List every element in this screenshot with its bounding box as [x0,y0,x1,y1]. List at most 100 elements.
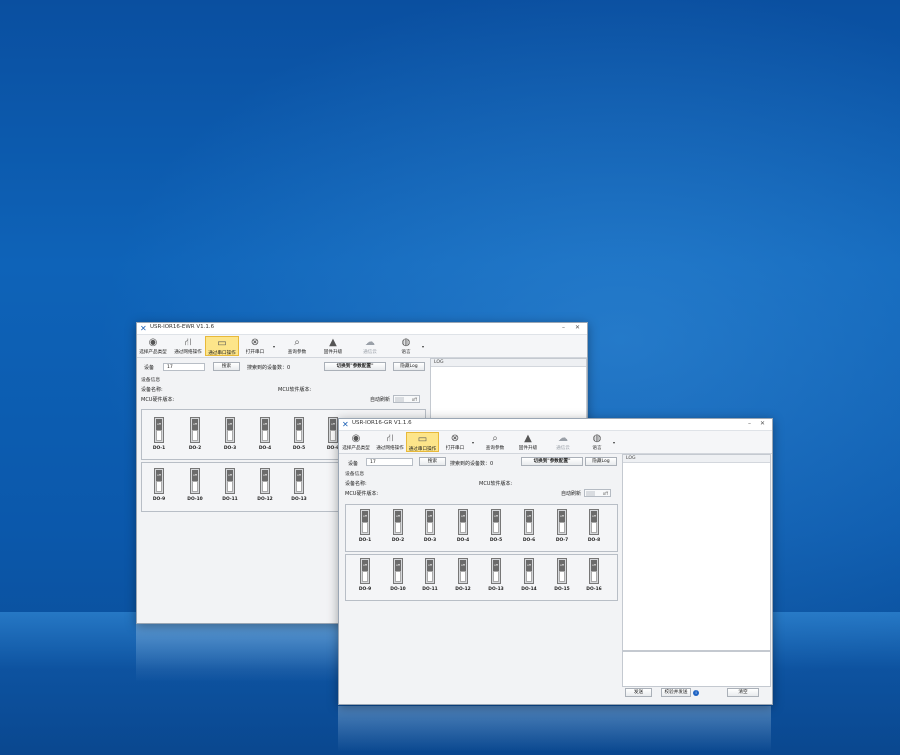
do-switch[interactable]: off DO-12 [455,558,471,592]
device-address-input[interactable]: 17 [163,363,205,371]
searched-count: 搜索到的设备数：0 [450,461,494,467]
open-serial-button[interactable]: ⊗ 打开串口 [241,336,269,356]
auto-refresh-toggle[interactable]: off [584,489,611,497]
do-switch[interactable]: off DO-2 [188,417,202,451]
do-label: DO-2 [188,446,202,451]
open-serial-dropdown-icon[interactable]: ▾ [273,344,275,349]
switch-config-button[interactable]: 切换到"参数配置" [521,457,583,466]
front-window: ✕ USR-IOR16-GR V1.1.6 – ✕ ◉ 选择产品类型 ⛙ 通过网络操… [338,418,773,705]
language-button[interactable]: ◍ 语言 [395,336,417,356]
do-switch[interactable]: off DO-14 [521,558,537,592]
select-product-button[interactable]: ◉ 选择产品类型 [342,432,370,452]
do-switch[interactable]: off DO-11 [222,468,238,502]
auto-refresh-toggle[interactable]: off [393,395,420,403]
via-serial-button[interactable]: ▭ 通过串口操作 [406,432,439,452]
magnifier-icon: ⌕ [492,433,498,444]
clear-button[interactable]: 清空 [727,688,759,697]
toolbar: ◉ 选择产品类型 ⛙ 通过网络操作 ▭ 通过串口操作 ⊗ 打开串口 ▾ ⌕ 查询参数 ▲ 固… [137,335,587,358]
device-name-label: 设备名称: [141,387,163,393]
verify-send-button[interactable]: 校验并发送 [661,688,691,697]
do-switch[interactable]: off DO-3 [223,417,237,451]
info-icon[interactable]: i [693,690,699,696]
serial-port-icon: ▭ [217,338,227,349]
do-switch[interactable]: off DO-8 [587,509,601,543]
via-serial-button[interactable]: ▭ 通过串口操作 [205,336,239,356]
usr-logo-icon: ✕ [140,324,147,333]
send-text-area[interactable] [622,651,771,687]
language-dropdown-icon[interactable]: ▾ [422,344,424,349]
open-serial-dropdown-icon[interactable]: ▾ [472,440,474,445]
do-label: DO-13 [488,587,504,592]
rocket-icon: ▲ [524,433,532,444]
do-switch[interactable]: off DO-16 [586,558,602,592]
hide-log-button[interactable]: 隐藏Log [393,362,425,371]
do-label: DO-5 [292,446,306,451]
toggle-state: off [411,397,417,402]
do-switch[interactable]: off DO-5 [489,509,503,543]
do-label: DO-2 [391,538,405,543]
device-name-label: 设备名称: [345,481,367,487]
open-serial-button[interactable]: ⊗ 打开串口 [441,432,469,452]
do-switch[interactable]: off DO-10 [187,468,203,502]
do-label: DO-10 [390,587,406,592]
do-switch[interactable]: off DO-11 [422,558,438,592]
language-button[interactable]: ◍ 语言 [586,432,608,452]
mcu-hardware-label: MCU硬件版本: [141,397,175,403]
switch-config-button[interactable]: 切换到"参数配置" [324,362,386,371]
disc-icon: ◉ [351,433,361,444]
do-switch[interactable]: off DO-1 [152,417,166,451]
do-switch[interactable]: off DO-13 [488,558,504,592]
do-switch[interactable]: off DO-13 [291,468,307,502]
close-icon[interactable]: ✕ [575,324,580,331]
send-button[interactable]: 发送 [625,688,652,697]
do-switch[interactable]: off DO-4 [456,509,470,543]
firmware-upgrade-button[interactable]: ▲ 固件升级 [515,432,541,452]
do-switch[interactable]: off DO-9 [358,558,372,592]
via-cloud-button[interactable]: ☁ 通信云 [357,336,383,356]
minimize-icon[interactable]: – [748,420,751,427]
select-product-button[interactable]: ◉ 选择产品类型 [139,336,167,356]
do-switch[interactable]: off DO-15 [554,558,570,592]
hide-log-button[interactable]: 隐藏Log [585,457,617,466]
search-button[interactable]: 搜索 [419,457,446,466]
mcu-software-label: MCU软件版本: [479,481,513,487]
search-button[interactable]: 搜索 [213,362,240,371]
do-switch[interactable]: off DO-7 [555,509,569,543]
do-switch[interactable]: off DO-5 [292,417,306,451]
do-label: DO-7 [555,538,569,543]
do-label: DO-11 [222,497,238,502]
do-label: DO-3 [223,446,237,451]
via-network-button[interactable]: ⛙ 通过网络操作 [171,336,205,356]
do-label: DO-4 [456,538,470,543]
firmware-upgrade-button[interactable]: ▲ 固件升级 [319,336,347,356]
close-icon[interactable]: ✕ [760,420,765,427]
do-label: DO-11 [422,587,438,592]
title-bar: ✕ USR-IOR16-EWR V1.1.6 – ✕ [137,323,587,335]
network-icon: ⛙ [184,337,192,348]
do-switch[interactable]: off DO-9 [152,468,166,502]
window-reflection-front [338,706,771,752]
toolbar: ◉ 选择产品类型 ⛙ 通过网络操作 ▭ 通过串口操作 ⊗ 打开串口 ▾ ⌕ 查询参数 ▲ 固… [339,431,772,454]
toggle-state: off [602,491,608,496]
via-cloud-button[interactable]: ☁ 通信云 [551,432,575,452]
do-label: DO-9 [358,587,372,592]
device-address-input[interactable]: 17 [366,458,413,466]
query-params-button[interactable]: ⌕ 查询参数 [481,432,509,452]
serial-port-icon: ▭ [417,434,428,445]
do-switch[interactable]: off DO-10 [390,558,406,592]
do-switch[interactable]: off DO-4 [258,417,272,451]
language-dropdown-icon[interactable]: ▾ [613,440,615,445]
globe-icon: ◍ [592,433,602,444]
minimize-icon[interactable]: – [562,324,565,331]
do-switch[interactable]: off DO-6 [522,509,536,543]
do-switch[interactable]: off DO-12 [257,468,273,502]
query-params-button[interactable]: ⌕ 查询参数 [283,336,311,356]
via-network-button[interactable]: ⛙ 通过网络操作 [374,432,406,452]
network-icon: ⛙ [386,433,394,444]
cloud-icon: ☁ [558,433,568,444]
do-label: DO-12 [455,587,471,592]
do-switch[interactable]: off DO-2 [391,509,405,543]
do-switch[interactable]: off DO-1 [358,509,372,543]
switch-panel-row2 [345,554,618,601]
do-switch[interactable]: off DO-3 [423,509,437,543]
